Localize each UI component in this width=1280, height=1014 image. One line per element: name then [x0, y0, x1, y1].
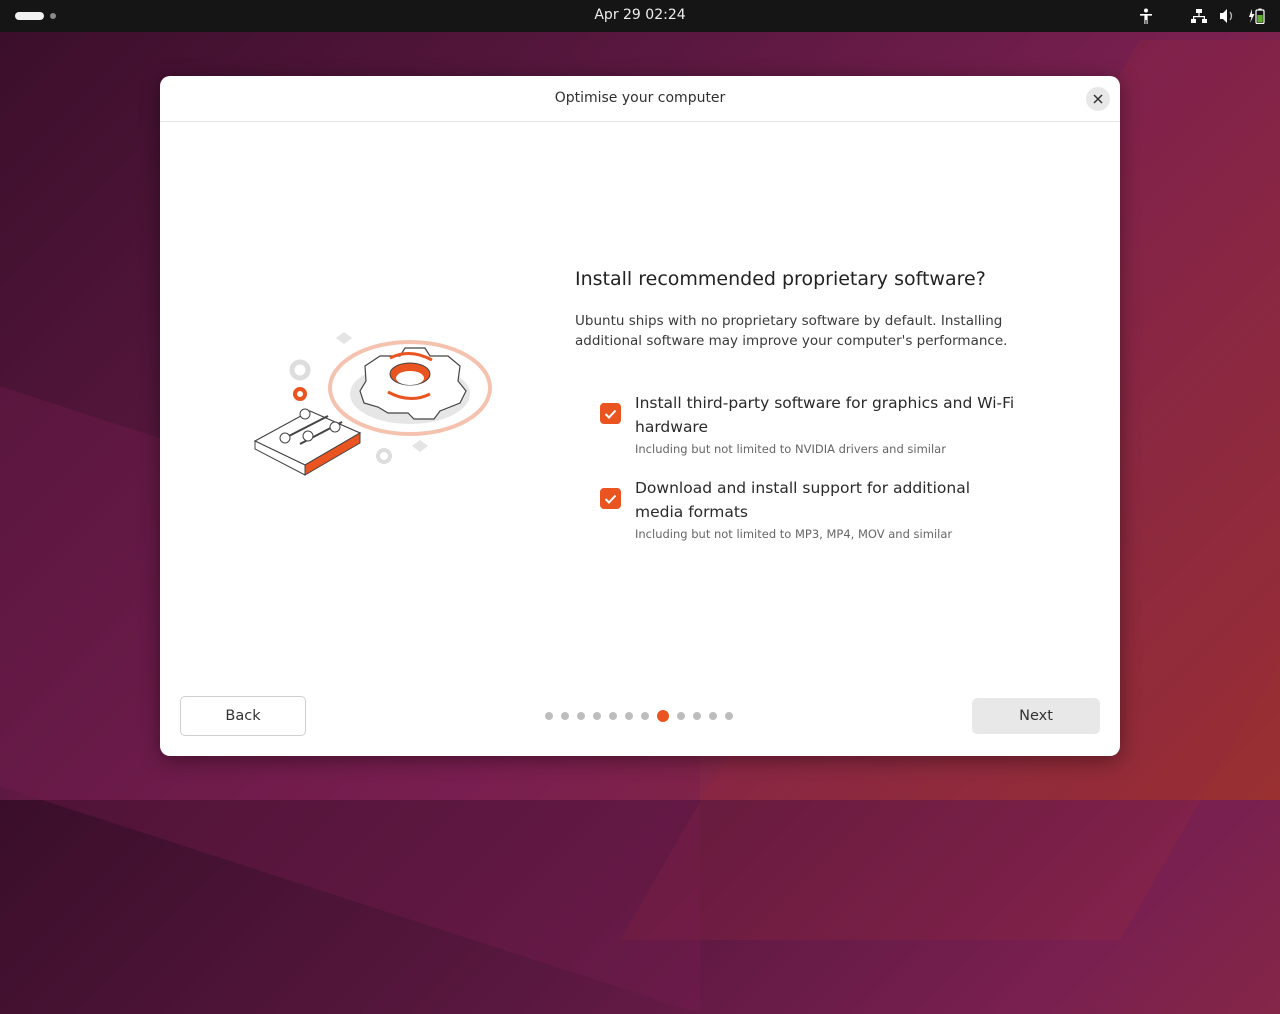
page-dot — [625, 712, 633, 720]
checkmark-icon — [604, 409, 617, 419]
accessibility-icon[interactable] — [1139, 8, 1153, 24]
page-dot — [593, 712, 601, 720]
page-heading: Install recommended proprietary software… — [575, 268, 986, 290]
option-third-party-software[interactable]: Install third-party software for graphic… — [575, 391, 1015, 456]
installer-dialog: Optimise your computer Install recommend… — [160, 76, 1120, 756]
option-label[interactable]: Download and install support for additio… — [635, 476, 1015, 524]
dialog-header: Optimise your computer — [160, 76, 1120, 122]
volume-icon[interactable] — [1219, 8, 1235, 24]
page-dot — [725, 712, 733, 720]
page-dot — [641, 712, 649, 720]
close-icon — [1093, 94, 1103, 104]
page-dot-active — [657, 710, 669, 722]
page-dot — [577, 712, 585, 720]
back-button[interactable]: Back — [180, 696, 306, 736]
option-media-formats[interactable]: Download and install support for additio… — [575, 476, 1015, 541]
battery-charging-icon[interactable] — [1248, 8, 1266, 24]
media-formats-checkbox[interactable] — [600, 488, 621, 509]
clock[interactable]: Apr 29 02:24 — [0, 7, 1280, 23]
network-wired-icon[interactable] — [1191, 8, 1207, 24]
optimise-illustration — [253, 332, 492, 476]
option-sublabel: Including but not limited to MP3, MP4, M… — [635, 527, 953, 541]
checkmark-icon — [604, 494, 617, 504]
page-dot — [609, 712, 617, 720]
next-button[interactable]: Next — [972, 698, 1100, 734]
option-label[interactable]: Install third-party software for graphic… — [635, 391, 1015, 439]
main-content: Install recommended proprietary software… — [575, 268, 1015, 561]
top-bar: Apr 29 02:24 — [0, 0, 1280, 32]
page-dot — [545, 712, 553, 720]
page-dot — [693, 712, 701, 720]
page-dot — [677, 712, 685, 720]
page-indicator — [545, 710, 733, 722]
option-sublabel: Including but not limited to NVIDIA driv… — [635, 442, 946, 456]
page-dot — [709, 712, 717, 720]
page-dot — [561, 712, 569, 720]
close-button[interactable] — [1086, 87, 1110, 111]
dialog-title: Optimise your computer — [554, 90, 726, 106]
third-party-checkbox[interactable] — [600, 403, 621, 424]
page-description: Ubuntu ships with no proprietary softwar… — [575, 313, 1008, 349]
